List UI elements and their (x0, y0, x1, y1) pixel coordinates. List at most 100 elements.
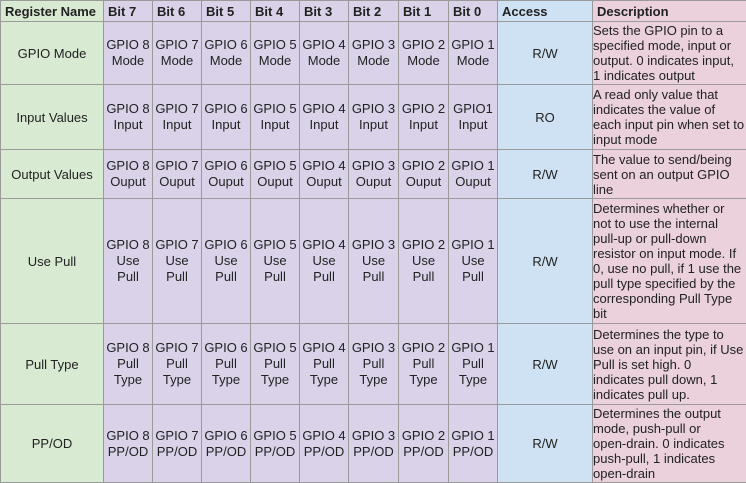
bit-cell: GPIO 3 Pull Type (348, 323, 399, 405)
bit-cell-line: GPIO 4 (302, 158, 346, 173)
header-bit-1: Bit 1 (398, 0, 449, 22)
header-access: Access (497, 0, 593, 22)
description-line: 0, use no pull, if 1 use the (593, 261, 742, 276)
description-line: Determines the type to (593, 326, 724, 342)
bit-cell-line: GPIO 4 (302, 101, 346, 116)
description-line: pull type specified by the (593, 276, 736, 291)
table-row: PP/OD GPIO 8 PP/OD GPIO 7 PP/OD GPIO 6 PP/OD GP… (0, 404, 746, 483)
bit-cell-line: Input (211, 117, 241, 132)
bit-cell-line: Use (312, 253, 336, 268)
bit-cell-line: Pull (264, 356, 286, 371)
bit-cell-line: GPIO 2 (401, 340, 446, 355)
bit-cell: GPIO 5 Mode (250, 21, 300, 85)
header-bit-3: Bit 3 (299, 0, 349, 22)
bit-cell-line: GPIO 5 (253, 101, 297, 116)
register-name-cell: PP/OD (0, 404, 104, 483)
bit-cell-line: Use (361, 253, 386, 268)
bit-cell-line: Mode (456, 53, 490, 68)
bit-cell-line: Mode (357, 53, 390, 68)
bit-cell-line: Ouput (306, 174, 342, 189)
bit-cell: GPIO 2 Use Pull (398, 198, 449, 324)
bit-cell-line: GPIO 3 (351, 340, 396, 355)
table-row: Output Values GPIO 8 Ouput GPIO 7 Ouput GPIO … (0, 149, 746, 199)
bit-cell: GPIO 1 Pull Type (448, 323, 498, 405)
bit-cell-line: Use (214, 253, 238, 268)
bit-cell: GPIO 1 Ouput (448, 149, 498, 199)
description-line: not to use the internal (593, 216, 719, 231)
description-line: input mode (593, 132, 658, 147)
bit-cell-line: Input (162, 117, 192, 132)
bit-cell: GPIO 1 Use Pull (448, 198, 498, 324)
register-name-cell: GPIO Mode (0, 21, 104, 85)
bit-cell-line: Ouput (355, 174, 392, 189)
description-line: open-drain. 0 indicates (593, 436, 725, 451)
access-cell: R/W (497, 404, 593, 483)
bit-cell-line: PP/OD (353, 443, 394, 459)
bit-cell-line: Use (461, 253, 485, 268)
bit-cell-line: Use (263, 253, 287, 268)
bit-cell-line: Pull (362, 269, 385, 284)
bit-cell-line: Mode (209, 53, 243, 68)
header-register-name: Register Name (0, 0, 104, 22)
bit-cell-line: Mode (307, 53, 341, 68)
access-cell: R/W (497, 198, 593, 324)
bit-cell: GPIO 7 Use Pull (152, 198, 202, 324)
bit-cell: GPIO1 Input (448, 84, 498, 150)
bit-cell-line: Pull (215, 269, 237, 284)
bit-cell-line: GPIO 2 (401, 37, 446, 52)
header-bit-4: Bit 4 (250, 0, 300, 22)
description-line: indicates pull up. (593, 386, 690, 402)
bit-cell-line: GPIO 4 (302, 237, 346, 252)
description-line: Determines whether or (593, 201, 725, 216)
bit-cell: GPIO 8 Use Pull (103, 198, 153, 324)
bit-cell-line: Pull (412, 356, 435, 371)
bit-cell-line: Type (260, 372, 290, 387)
table-header: Register Name Bit 7 Bit 6 Bit 5 Bit 4 Bi… (0, 0, 746, 22)
description-line: Sets the GPIO pin to a (593, 23, 724, 38)
header-bit-5: Bit 5 (201, 0, 251, 22)
bit-cell-line: PP/OD (107, 443, 149, 459)
bit-cell-line: GPIO 4 (302, 340, 346, 355)
bit-cell-line: GPIO 6 (204, 37, 248, 52)
bit-cell-line: Ouput (159, 174, 195, 189)
bit-cell-line: PP/OD (452, 443, 494, 459)
bit-cell: GPIO 3 Use Pull (348, 198, 399, 324)
bit-cell: GPIO 8 PP/OD (103, 404, 153, 483)
bit-cell-line: Use (165, 253, 189, 268)
header-bit-7: Bit 7 (103, 0, 153, 22)
register-name-cell: Use Pull (0, 198, 104, 324)
bit-cell-line: GPIO 3 (351, 101, 396, 116)
bit-cell-line: GPIO 7 (155, 340, 199, 355)
bit-cell-line: Pull (117, 356, 139, 371)
bit-cell-line: GPIO 8 (106, 101, 150, 116)
bit-cell-line: GPIO 1 (451, 37, 495, 52)
description-line: line (593, 181, 614, 197)
bit-cell-line: GPIO 2 (401, 101, 446, 116)
description-line: Pull is set high. 0 (593, 356, 692, 372)
bit-cell-line: Mode (160, 53, 194, 68)
bit-cell: GPIO 5 Ouput (250, 149, 300, 199)
bit-cell-line: Type (309, 372, 339, 387)
bit-cell-line: GPIO 8 (106, 158, 150, 173)
register-name-cell: Pull Type (0, 323, 104, 405)
bit-cell-line: GPIO 8 (106, 37, 150, 52)
description-line: push-pull, 1 indicates (593, 451, 716, 466)
bit-cell: GPIO 2 Ouput (398, 149, 449, 199)
header-bit-0: Bit 0 (448, 0, 498, 22)
bit-cell-line: GPIO 1 (451, 158, 495, 173)
bit-cell-line: Mode (258, 53, 292, 68)
bit-cell: GPIO 7 PP/OD (152, 404, 202, 483)
bit-cell: GPIO 1 Mode (448, 21, 498, 85)
bit-cell: GPIO 3 Mode (348, 21, 399, 85)
bit-cell-line: Pull (412, 269, 435, 284)
bit-cell-line: Type (409, 372, 438, 387)
description-line: specified mode, input or (593, 38, 732, 53)
bit-cell: GPIO 7 Pull Type (152, 323, 202, 405)
bit-cell-line: Pull (117, 269, 139, 284)
register-name-cell: Output Values (0, 149, 104, 199)
bit-cell-line: GPIO 2 (401, 237, 446, 252)
header-bit-6: Bit 6 (152, 0, 202, 22)
bit-cell-line: GPIO 4 (302, 427, 346, 443)
bit-cell: GPIO 5 Use Pull (250, 198, 300, 324)
bit-cell: GPIO 4 PP/OD (299, 404, 349, 483)
